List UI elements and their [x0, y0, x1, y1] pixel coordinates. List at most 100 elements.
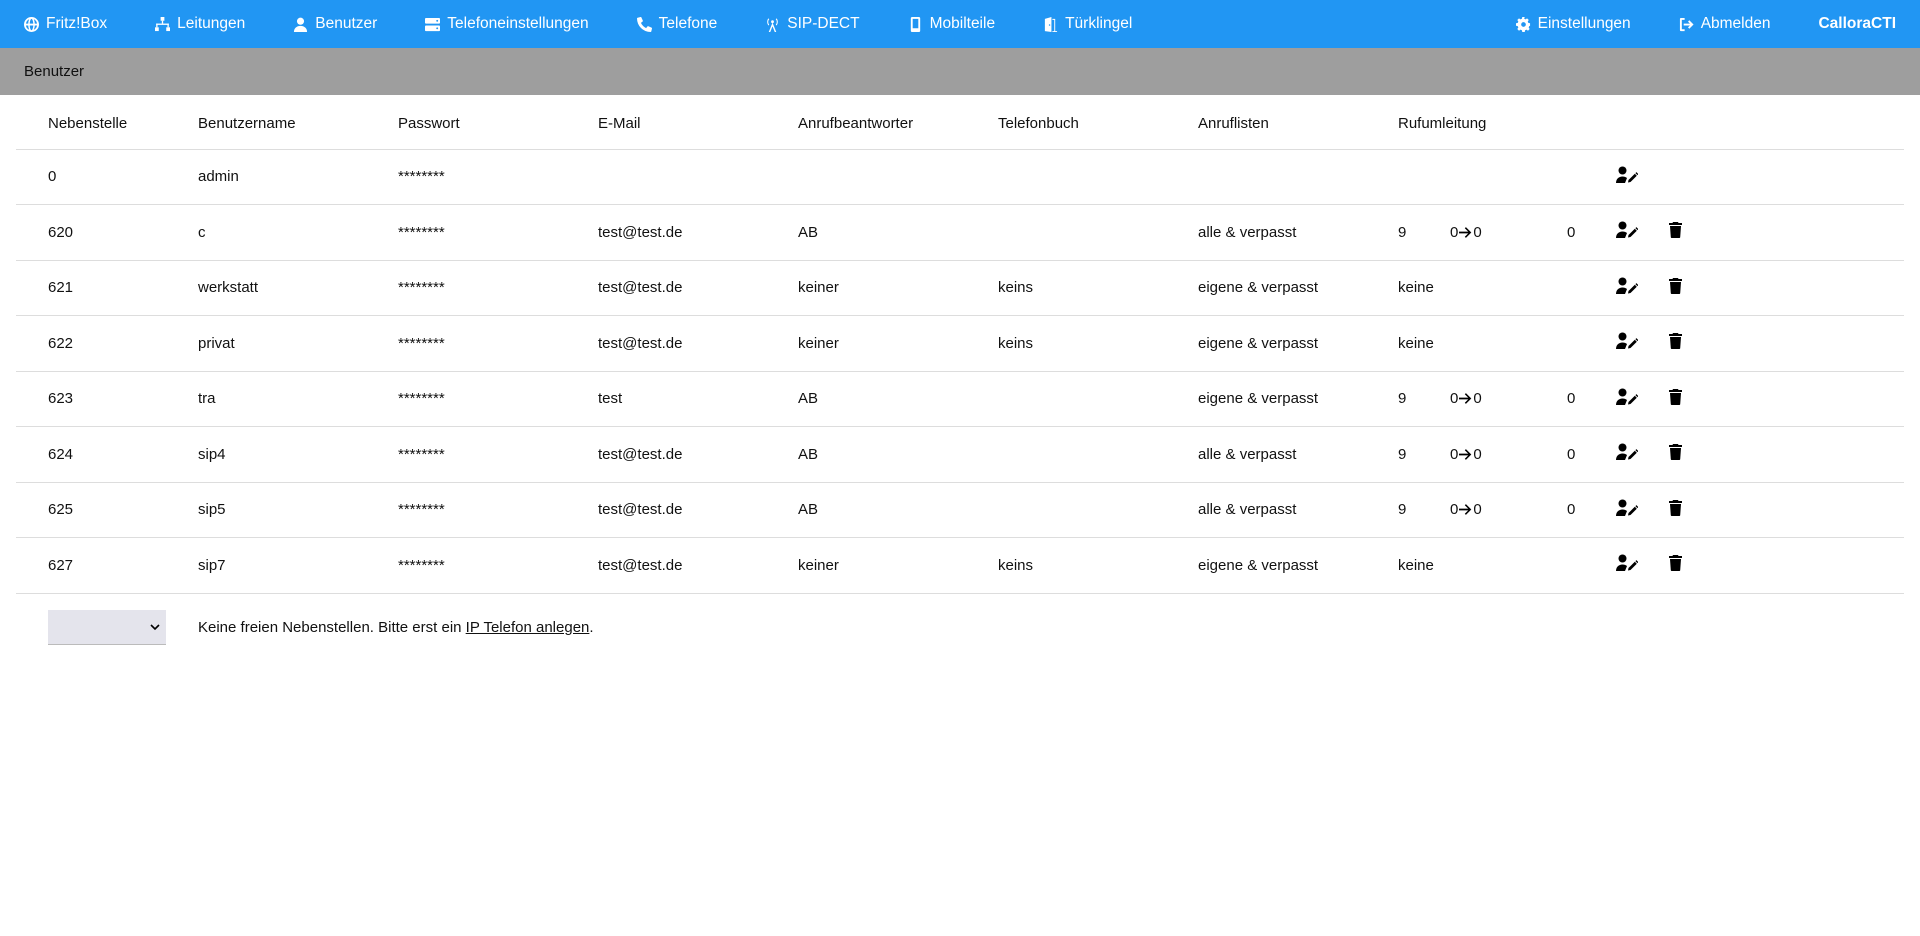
cell-call-lists: eigene & verpasst	[1198, 390, 1319, 408]
cell-password: ********	[398, 501, 445, 519]
forwarding-delay: 9	[1398, 501, 1407, 519]
logout-icon	[1679, 17, 1694, 31]
nav-label: Benutzer	[315, 15, 378, 32]
edit-user-icon[interactable]	[1616, 554, 1638, 572]
nav-sip-dect[interactable]: SIP-DECT	[741, 0, 883, 48]
users-table-wrap: Nebenstelle Benutzername Passwort E-Mail…	[16, 98, 1904, 594]
nav-label: Türklingel	[1065, 15, 1133, 32]
cell-username: sip4	[198, 445, 226, 463]
nav-telefoneinstellungen[interactable]: Telefoneinstellungen	[401, 0, 612, 48]
cell-delete	[1663, 149, 1904, 205]
cell-email: test@test.de	[598, 279, 683, 297]
forwarding-to: 0	[1473, 223, 1482, 241]
nav-fritzbox[interactable]: Fritz!Box	[0, 0, 131, 48]
cell-answering-machine: AB	[798, 223, 819, 241]
forwarding-values: 9000	[1398, 446, 1616, 463]
column-header: Telefonbuch	[998, 114, 1079, 132]
edit-user-icon[interactable]	[1616, 388, 1638, 406]
trash-icon[interactable]	[1669, 277, 1682, 294]
cell-delete	[1663, 371, 1904, 427]
cell-delete	[1663, 205, 1904, 261]
cell-extension: 621	[48, 279, 74, 297]
trash-icon[interactable]	[1669, 388, 1682, 405]
table-row: 627 sip7 ******** test@test.de keiner keins ei…	[16, 537, 1904, 593]
forwarding-count: 0	[1567, 390, 1576, 408]
edit-user-icon[interactable]	[1616, 166, 1638, 184]
add-user-row: Keine freien Nebenstellen. Bitte erst ei…	[48, 610, 594, 645]
cell-delete	[1663, 427, 1904, 483]
cell-answering-machine: keiner	[798, 334, 839, 352]
forwarding-from: 0	[1450, 390, 1459, 408]
trash-icon[interactable]	[1669, 555, 1682, 572]
cell-email: test@test.de	[598, 445, 683, 463]
top-navbar: Fritz!Box Leitungen Benutzer Telefoneins…	[0, 0, 1920, 48]
nav-label: Telefoneinstellungen	[447, 15, 589, 32]
arrow-right-icon	[1459, 504, 1472, 516]
forwarding-route: 00	[1450, 390, 1567, 407]
cell-phonebook	[966, 371, 1166, 427]
cell-password: ********	[398, 223, 445, 241]
cell-email: test@test.de	[598, 334, 683, 352]
nav-label: Mobilteile	[929, 15, 996, 32]
brand-name[interactable]: CalloraCTI	[1794, 0, 1920, 48]
arrow-right-icon	[1459, 226, 1472, 238]
nav-leitungen[interactable]: Leitungen	[131, 0, 269, 48]
cell-extension: 624	[48, 445, 74, 463]
column-header: Benutzername	[198, 114, 296, 132]
cell-answering-machine: AB	[798, 501, 819, 519]
forwarding-from: 0	[1450, 223, 1459, 241]
edit-user-icon[interactable]	[1616, 499, 1638, 517]
cell-answering-machine: keiner	[798, 556, 839, 574]
cell-phonebook: keins	[998, 556, 1034, 574]
forwarding-delay: 9	[1398, 390, 1407, 408]
mobile-icon	[910, 16, 920, 32]
forwarding-count: 0	[1567, 501, 1576, 519]
extension-select[interactable]	[48, 610, 166, 645]
trash-icon[interactable]	[1669, 444, 1682, 461]
edit-user-icon[interactable]	[1616, 277, 1638, 295]
cell-email: test@test.de	[598, 501, 683, 519]
cell-forwarding: 9000	[1366, 482, 1616, 538]
forwarding-to: 0	[1473, 501, 1482, 519]
cell-edit	[1616, 427, 1663, 483]
column-header-delete	[1663, 98, 1904, 149]
cell-username: privat	[198, 334, 235, 352]
cell-forwarding	[1366, 149, 1616, 205]
trash-icon[interactable]	[1669, 333, 1682, 350]
forwarding-values: 9000	[1398, 501, 1616, 518]
nav-abmelden[interactable]: Abmelden	[1655, 0, 1795, 48]
cell-call-lists: eigene & verpasst	[1198, 556, 1319, 574]
forwarding-from: 0	[1450, 501, 1459, 519]
trash-icon[interactable]	[1669, 222, 1682, 239]
create-ip-phone-link[interactable]: IP Telefon anlegen	[466, 619, 590, 636]
page-title: Benutzer	[24, 63, 85, 80]
forwarding-route: 00	[1450, 446, 1567, 463]
nav-telefone[interactable]: Telefone	[613, 0, 742, 48]
cell-password: ********	[398, 279, 445, 297]
cell-delete	[1663, 316, 1904, 372]
cell-phonebook	[966, 427, 1166, 483]
cell-delete	[1663, 260, 1904, 316]
door-icon	[1044, 16, 1058, 32]
table-row: 621 werkstatt ******** test@test.de keiner ke…	[16, 260, 1904, 316]
users-table: Nebenstelle Benutzername Passwort E-Mail…	[16, 98, 1904, 594]
edit-user-icon[interactable]	[1616, 221, 1638, 239]
user-icon	[294, 17, 308, 32]
nav-einstellungen[interactable]: Einstellungen	[1492, 0, 1655, 48]
table-body: 0 admin ******** 620 c ******** test@test.de AB…	[16, 149, 1904, 593]
nav-benutzer[interactable]: Benutzer	[269, 0, 401, 48]
edit-user-icon[interactable]	[1616, 443, 1638, 461]
phone-icon	[636, 16, 652, 32]
edit-user-icon[interactable]	[1616, 332, 1638, 350]
nav-mobilteile[interactable]: Mobilteile	[884, 0, 1019, 48]
forwarding-route: 00	[1450, 224, 1567, 241]
chevron-down-icon	[150, 624, 160, 631]
column-header: Rufumleitung	[1398, 114, 1487, 132]
cell-answering-machine: AB	[798, 445, 819, 463]
column-header-edit	[1616, 98, 1663, 149]
table-row: 622 privat ******** test@test.de keiner keins…	[16, 315, 1904, 372]
globe-icon	[24, 16, 39, 32]
nav-tuerklingel[interactable]: Türklingel	[1019, 0, 1156, 48]
cell-username: werkstatt	[198, 279, 259, 297]
trash-icon[interactable]	[1669, 499, 1682, 516]
